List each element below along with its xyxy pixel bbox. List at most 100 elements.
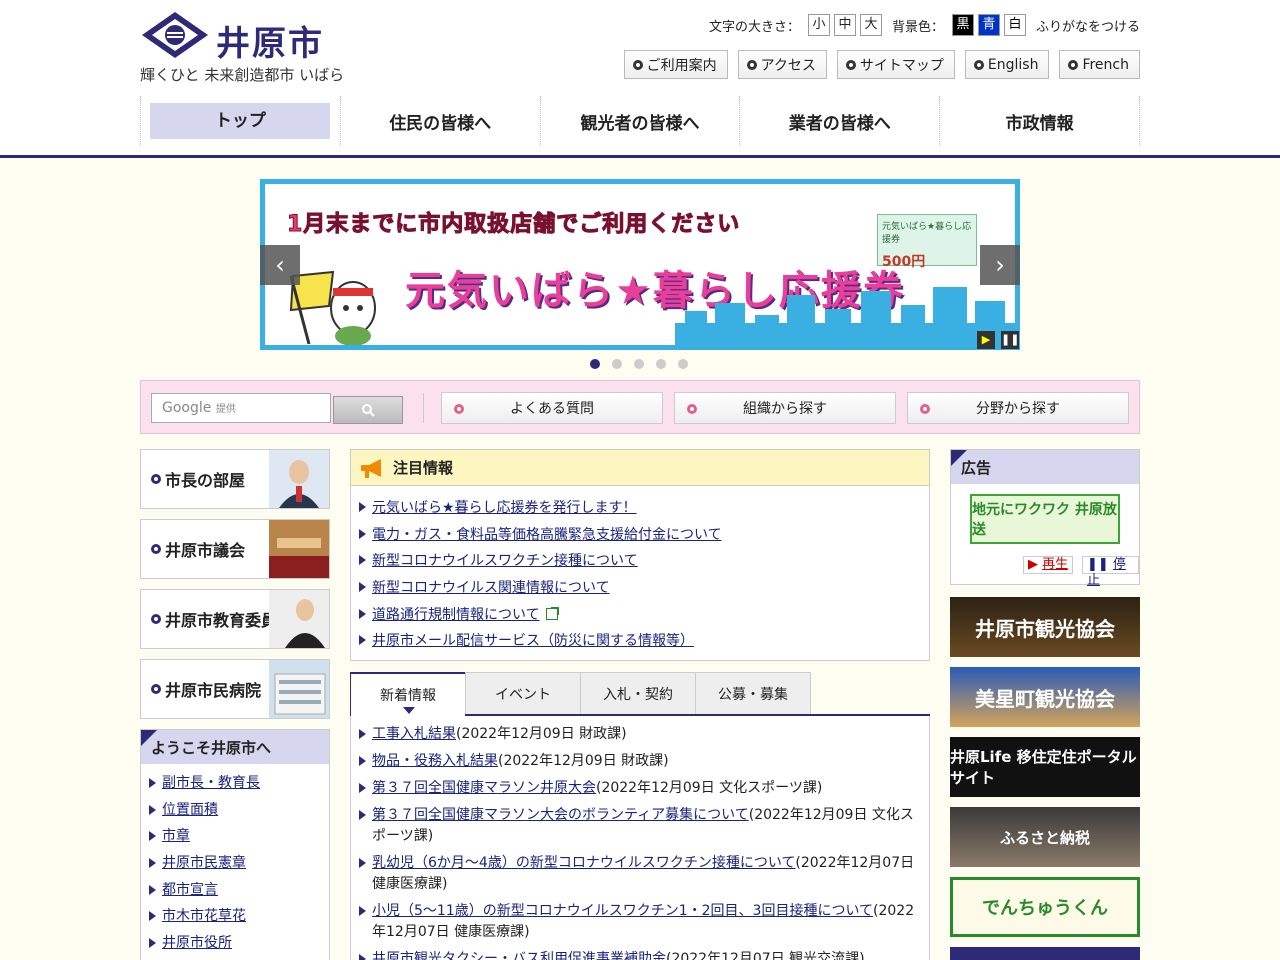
featured-link[interactable]: 元気いばら★暮らし応援券を発行します！	[372, 497, 637, 517]
city-emblem-link[interactable]: 市章	[162, 823, 190, 849]
bullet-icon	[151, 684, 161, 694]
nav-top[interactable]: トップ	[140, 96, 340, 146]
mayor-room-link[interactable]: 市長の部屋	[140, 449, 330, 509]
news-link[interactable]: 乳幼児（6か月～4歳）の新型コロナウイルスワクチン接種について	[372, 855, 795, 871]
search-divider	[423, 393, 424, 423]
slide-dot-2[interactable]	[612, 359, 622, 369]
search-input[interactable]: Google 提供	[151, 393, 331, 423]
education-board-link[interactable]: 井原市教育委員会	[140, 589, 330, 649]
news-link[interactable]: 第３７回全国健康マラソン大会のボランティア募集について	[372, 807, 749, 823]
denchu-kun-banner[interactable]: でんちゅうくん	[950, 877, 1140, 937]
hospital-label: 井原市民病院	[165, 681, 262, 700]
font-size-large-button[interactable]: 大	[859, 14, 882, 36]
furigana-link[interactable]: ふりがなをつける	[1036, 16, 1140, 35]
nav-residents-label: 住民の皆様へ	[389, 113, 492, 134]
news-meta: (2022年12月09日 文化スポーツ課)	[596, 780, 823, 796]
news-link[interactable]: 井原市観光タクシー・バス利用促進事業補助金	[372, 951, 666, 960]
guide-link[interactable]: ご利用案内	[623, 50, 728, 79]
site-logo[interactable]: 井原市 輝くひと 未来創造都市 いばら	[140, 8, 360, 88]
english-link[interactable]: English	[964, 50, 1050, 79]
slide-pause-button[interactable]: ❚❚	[1001, 331, 1019, 349]
news-tabs: 新着情報 イベント 入札・契約 公募・募集	[350, 672, 930, 716]
tab-recruitment[interactable]: 公募・募集	[695, 672, 811, 714]
ibara-life-banner[interactable]: 井原Life 移住定住ポータルサイト	[950, 737, 1140, 797]
search-bar: Google 提供 よくある質問 組織から探す 分野から探す	[140, 380, 1140, 434]
sitemap-link[interactable]: サイトマップ	[836, 50, 955, 79]
tourism-association-banner[interactable]: 井原市観光協会	[950, 597, 1140, 657]
news-link[interactable]: 工事入札結果	[372, 726, 456, 742]
charter-link[interactable]: 井原市民憲章	[162, 850, 246, 876]
list-item: 位置面積	[149, 797, 329, 824]
mayor-photo	[269, 450, 329, 508]
featured-link[interactable]: 電力・ガス・食料品等価格高騰緊急支援給付金について	[372, 524, 722, 544]
slide-prev-button[interactable]: ‹	[260, 245, 300, 285]
news-link[interactable]: 物品・役務入札結果	[372, 753, 498, 769]
slide-dot-5[interactable]	[678, 359, 688, 369]
city-symbols-link[interactable]: 市木市花草花	[162, 903, 246, 929]
access-label: アクセス	[760, 57, 816, 74]
arrow-icon	[149, 804, 156, 815]
french-link[interactable]: French	[1059, 50, 1140, 79]
bisei-tourism-banner[interactable]: 美星町観光協会	[950, 667, 1140, 727]
list-item: 小児（5～11歳）の新型コロナウイルスワクチン1・2回目、3回目接種について(2…	[359, 901, 919, 943]
arrow-icon	[149, 778, 156, 789]
faq-label: よくある質問	[510, 401, 594, 417]
nav-city-info[interactable]: 市政情報	[939, 96, 1140, 146]
faq-button[interactable]: よくある質問	[441, 392, 663, 424]
ad-stop-button[interactable]: ❚❚ 停止	[1082, 556, 1139, 588]
field-search-button[interactable]: 分野から探す	[907, 392, 1129, 424]
hospital-link[interactable]: 井原市民病院	[140, 659, 330, 719]
font-size-medium-button[interactable]: 中	[833, 14, 856, 36]
english-label: English	[987, 56, 1039, 73]
arrow-icon	[359, 528, 366, 539]
next-right-banner[interactable]	[950, 947, 1140, 960]
nav-businesses[interactable]: 業者の皆様へ	[739, 96, 939, 146]
city-council-link[interactable]: 井原市議会	[140, 519, 330, 579]
news-link[interactable]: 小児（5～11歳）の新型コロナウイルスワクチン1・2回目、3回目接種について	[372, 903, 873, 919]
featured-info-list: 元気いばら★暮らし応援券を発行します！ 電力・ガス・食料品等価格高騰緊急支援給付…	[351, 486, 929, 654]
arrow-icon	[149, 911, 156, 922]
featured-link[interactable]: 井原市メール配信サービス（防災に関する情報等）	[372, 630, 694, 650]
bullet-icon	[845, 59, 856, 70]
nav-businesses-label: 業者の皆様へ	[788, 113, 891, 134]
tab-events[interactable]: イベント	[465, 672, 581, 714]
bullet-icon	[687, 404, 697, 414]
voucher-title: 元気いばら★暮らし応援券	[882, 222, 972, 245]
ad-banner[interactable]: 地元にワクワク 井原放送	[970, 494, 1120, 544]
furusato-tax-banner[interactable]: ふるさと納税	[950, 807, 1140, 867]
arrow-icon	[359, 608, 366, 619]
org-search-button[interactable]: 組織から探す	[674, 392, 896, 424]
access-link[interactable]: アクセス	[737, 50, 827, 79]
ad-panel: 広告 地元にワクワク 井原放送 ▶ 再生 ❚❚ 停止	[950, 449, 1140, 588]
news-link[interactable]: 第３７回全国健康マラソン井原大会	[372, 780, 596, 796]
bg-black-button[interactable]: 黒	[951, 14, 974, 36]
slide-dot-1[interactable]	[590, 359, 600, 369]
slide-next-button[interactable]: ›	[980, 245, 1020, 285]
arrow-icon	[359, 954, 366, 960]
bg-blue-button[interactable]: 青	[977, 14, 1000, 36]
vice-mayor-link[interactable]: 副市長・教育長	[162, 770, 260, 796]
corner-decoration	[141, 730, 157, 746]
search-button[interactable]	[333, 396, 403, 424]
hero-slide[interactable]: 1月末までに市内取扱店舗でご利用ください 元気いばら★暮らし応援券 元気いばら★…	[260, 179, 1020, 350]
ad-play-button[interactable]: ▶ 再生	[1023, 556, 1074, 574]
nav-tourists[interactable]: 観光者の皆様へ	[539, 96, 740, 146]
news-list-panel: 工事入札結果(2022年12月09日 財政課) 物品・役務入札結果 (2022年1…	[350, 716, 930, 960]
list-item: 工事入札結果(2022年12月09日 財政課)	[359, 724, 919, 745]
slide-play-button[interactable]: ▶	[977, 331, 995, 349]
list-item: 井原市観光タクシー・バス利用促進事業補助金(2022年12月07日 観光交流課)	[359, 949, 919, 960]
featured-link[interactable]: 新型コロナウイルス関連情報について	[372, 577, 610, 597]
tab-new-info[interactable]: 新着情報	[350, 672, 466, 716]
declaration-link[interactable]: 都市宣言	[162, 877, 218, 903]
featured-link[interactable]: 道路通行規制情報について	[372, 604, 540, 624]
city-hall-link[interactable]: 井原市役所	[162, 930, 232, 956]
bg-white-button[interactable]: 白	[1003, 14, 1026, 36]
nav-residents[interactable]: 住民の皆様へ	[339, 96, 540, 146]
bullet-icon	[1068, 59, 1079, 70]
featured-link[interactable]: 新型コロナウイルスワクチン接種について	[372, 550, 638, 570]
slide-dot-4[interactable]	[656, 359, 666, 369]
slide-dot-3[interactable]	[634, 359, 644, 369]
location-link[interactable]: 位置面積	[162, 797, 218, 823]
tab-bids[interactable]: 入札・契約	[580, 672, 696, 714]
font-size-small-button[interactable]: 小	[807, 14, 830, 36]
